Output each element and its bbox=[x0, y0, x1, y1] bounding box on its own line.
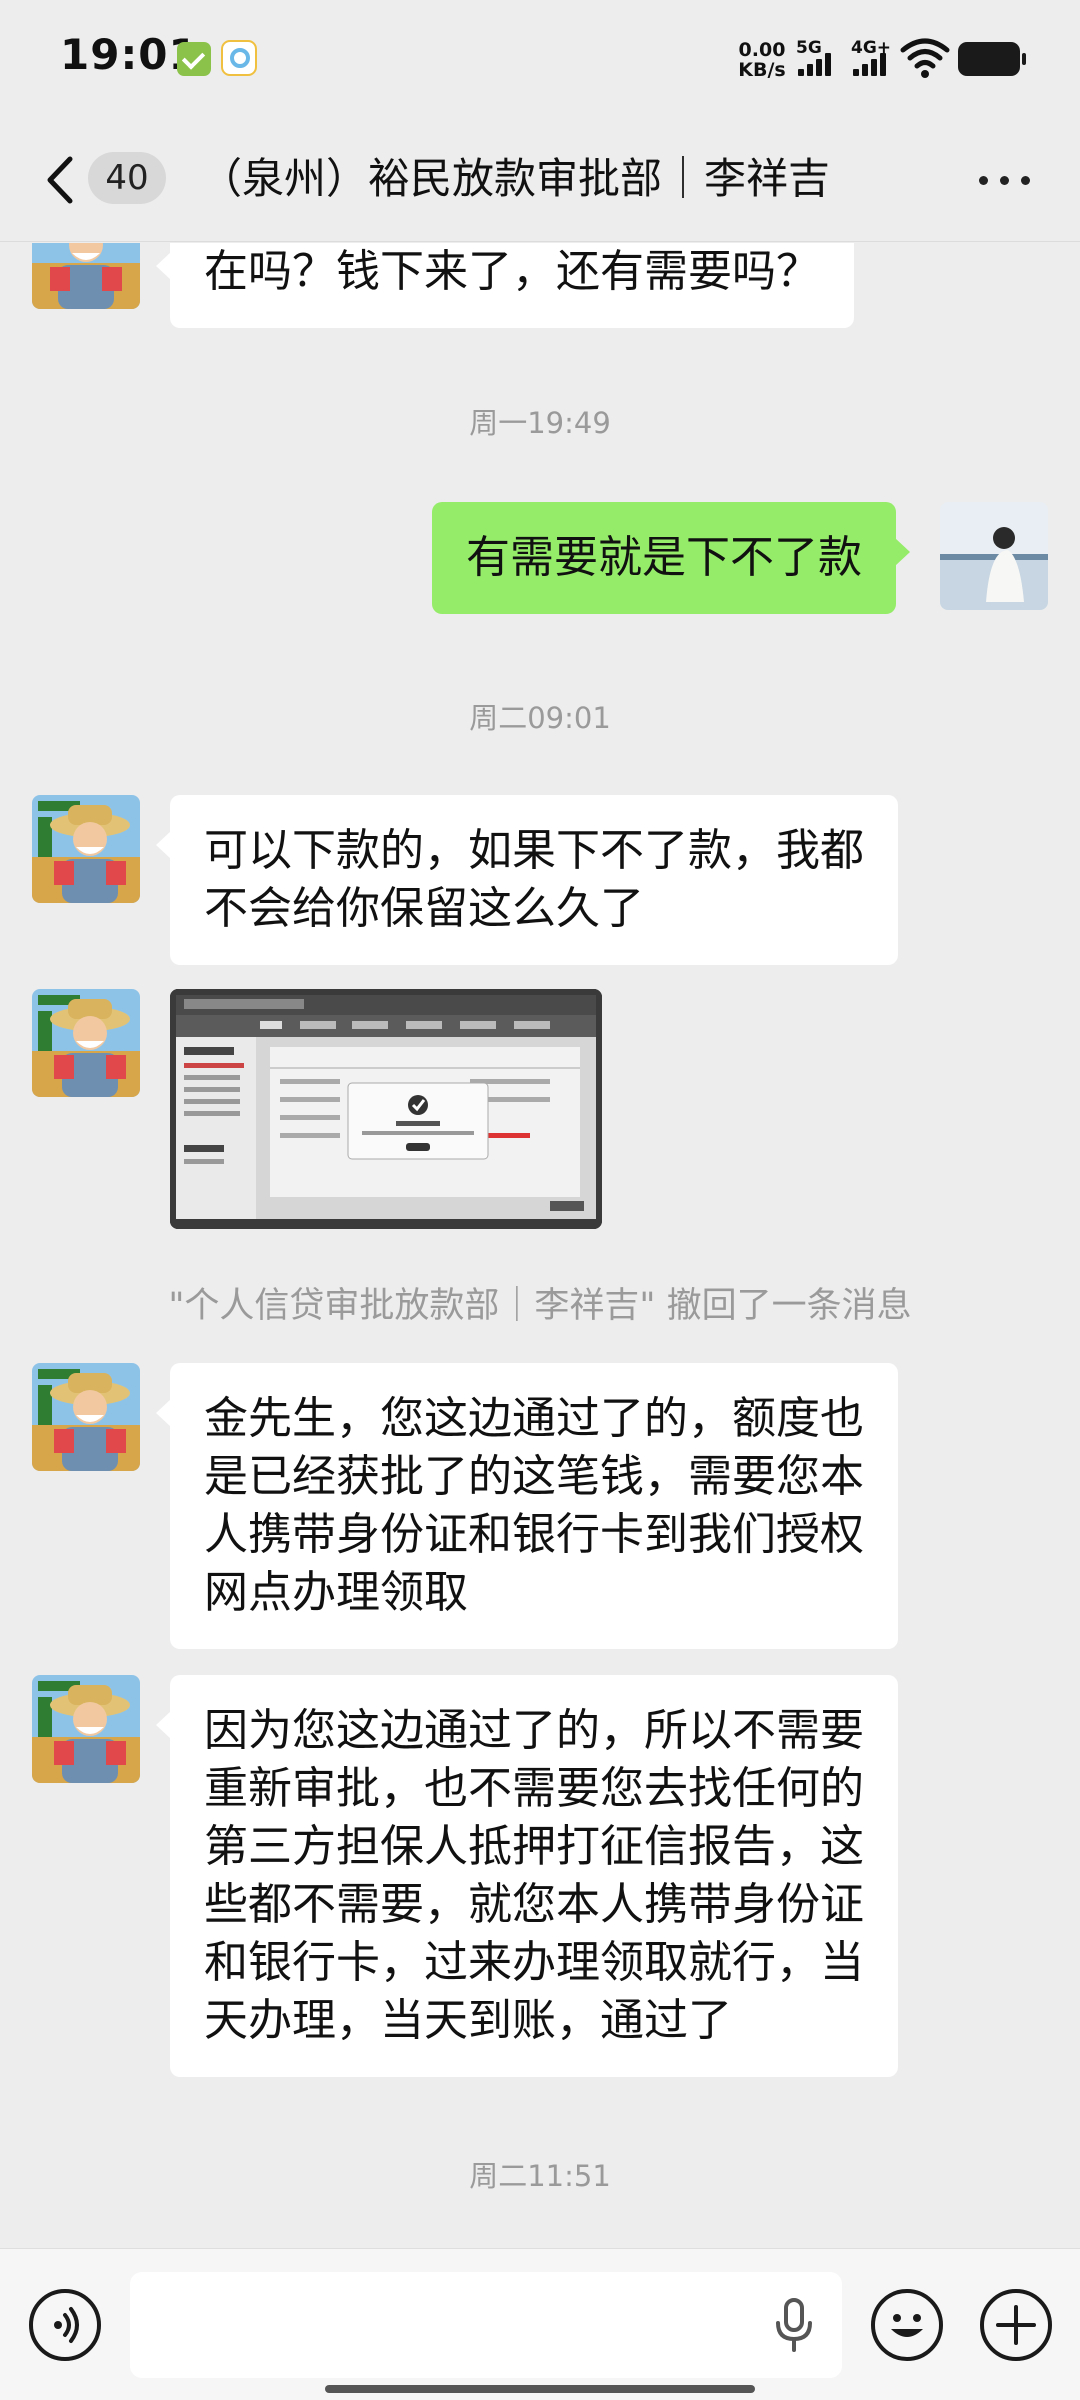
voice-mode-icon[interactable] bbox=[29, 2289, 101, 2361]
contact-avatar[interactable] bbox=[32, 1363, 140, 1471]
message-line: 网点办理领取 bbox=[204, 1567, 468, 1618]
signal-bars-icon-2 bbox=[853, 52, 893, 76]
battery-icon bbox=[958, 42, 1026, 76]
message-line: 可以下款的，如果下不了款，我都 bbox=[204, 825, 864, 876]
message-bubble-received[interactable]: 金先生，您这边通过了的，额度也 是已经获批了的这笔钱，需要您本 人携带身份证和银… bbox=[156, 1363, 898, 1649]
notification-app-icon-2 bbox=[221, 40, 257, 76]
wifi-icon bbox=[900, 38, 950, 78]
status-bar: 19:01 0.00 KB/s 5G 4G+ bbox=[0, 0, 1080, 118]
chat-screen: 19:01 0.00 KB/s 5G 4G+ 40 （泉州）裕民放款审批部｜李祥… bbox=[0, 0, 1080, 2400]
my-avatar[interactable] bbox=[940, 502, 1048, 610]
network-speed-unit: KB/s bbox=[738, 59, 786, 81]
signal-bars-icon bbox=[798, 52, 838, 76]
contact-avatar[interactable] bbox=[32, 795, 140, 903]
unread-count-badge[interactable]: 40 bbox=[88, 152, 166, 204]
message-line: 和银行卡，过来办理领取就行，当 bbox=[204, 1937, 864, 1988]
network-speed-value: 0.00 bbox=[738, 39, 786, 61]
timestamp: 周二11:51 bbox=[469, 2159, 611, 2193]
message-list[interactable]: 在吗？钱下来了，还有需要吗？ 周一19:49 有需要就是下不了款 周二09:01 bbox=[0, 243, 1080, 2248]
message-line: 些都不需要，就您本人携带身份证 bbox=[204, 1879, 864, 1930]
emoji-icon[interactable] bbox=[871, 2289, 943, 2361]
contact-avatar[interactable] bbox=[32, 1675, 140, 1783]
plus-icon[interactable] bbox=[980, 2289, 1052, 2361]
microphone-icon[interactable] bbox=[772, 2297, 816, 2353]
message-line: 不会给你保留这么久了 bbox=[204, 883, 644, 934]
message-bubble-received[interactable]: 可以下款的，如果下不了款，我都 不会给你保留这么久了 bbox=[156, 795, 898, 965]
contact-avatar[interactable] bbox=[32, 243, 140, 309]
more-dots-icon[interactable] bbox=[975, 170, 1035, 190]
chat-title: （泉州）裕民放款审批部｜李祥吉 bbox=[200, 154, 831, 203]
chevron-left-icon[interactable] bbox=[38, 153, 86, 207]
notification-app-icon bbox=[177, 42, 211, 76]
chat-header: 40 （泉州）裕民放款审批部｜李祥吉 bbox=[0, 118, 1080, 242]
approval-screenshot-image[interactable] bbox=[170, 989, 602, 1229]
input-bar bbox=[0, 2248, 1080, 2400]
timestamp: 周二09:01 bbox=[469, 701, 611, 735]
message-line: 因为您这边通过了的，所以不需要 bbox=[204, 1705, 864, 1756]
message-line: 是已经获批了的这笔钱，需要您本 bbox=[204, 1451, 864, 1502]
recall-notice: "个人信贷审批放款部｜李祥吉" 撤回了一条消息 bbox=[168, 1286, 912, 1326]
message-line: 第三方担保人抵押打征信报告，这 bbox=[204, 1821, 864, 1872]
home-indicator[interactable] bbox=[325, 2385, 755, 2393]
message-line: 人携带身份证和银行卡到我们授权 bbox=[204, 1509, 864, 1560]
network-speed: 0.00 KB/s bbox=[734, 40, 790, 80]
message-line: 金先生，您这边通过了的，额度也 bbox=[204, 1393, 864, 1444]
message-line: 重新审批，也不需要您去找任何的 bbox=[204, 1763, 864, 1814]
message-line: 天办理，当天到账，通过了 bbox=[204, 1995, 732, 2046]
message-bubble-received[interactable]: 因为您这边通过了的，所以不需要 重新审批，也不需要您去找任何的 第三方担保人抵押… bbox=[156, 1675, 898, 2077]
contact-avatar[interactable] bbox=[32, 989, 140, 1097]
message-bubble-sent[interactable]: 有需要就是下不了款 bbox=[432, 502, 910, 614]
timestamp: 周一19:49 bbox=[469, 406, 611, 440]
message-bubble-received[interactable]: 在吗？钱下来了，还有需要吗？ bbox=[156, 243, 854, 328]
message-input[interactable] bbox=[130, 2272, 842, 2378]
